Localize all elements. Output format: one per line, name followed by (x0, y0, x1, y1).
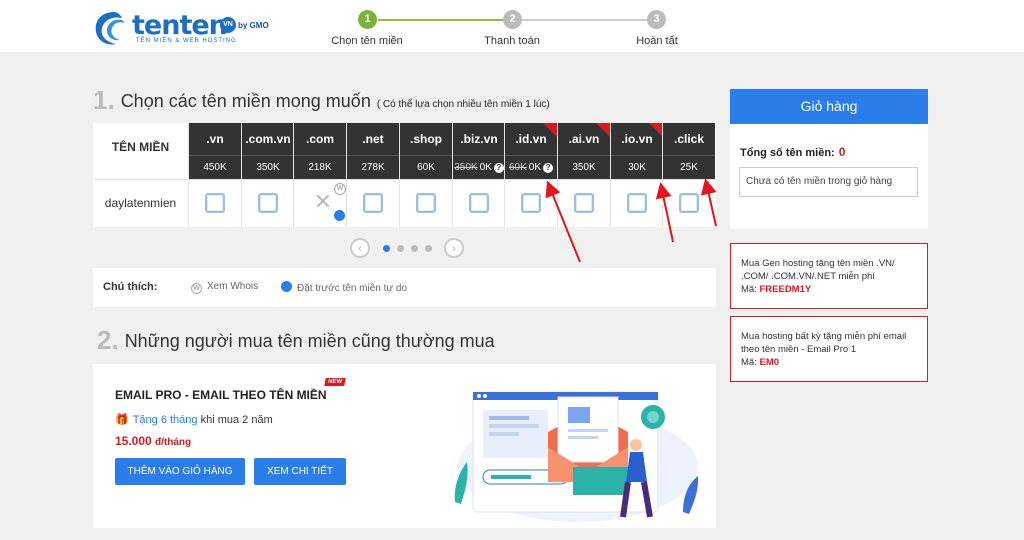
annotation-arrows (545, 178, 717, 263)
